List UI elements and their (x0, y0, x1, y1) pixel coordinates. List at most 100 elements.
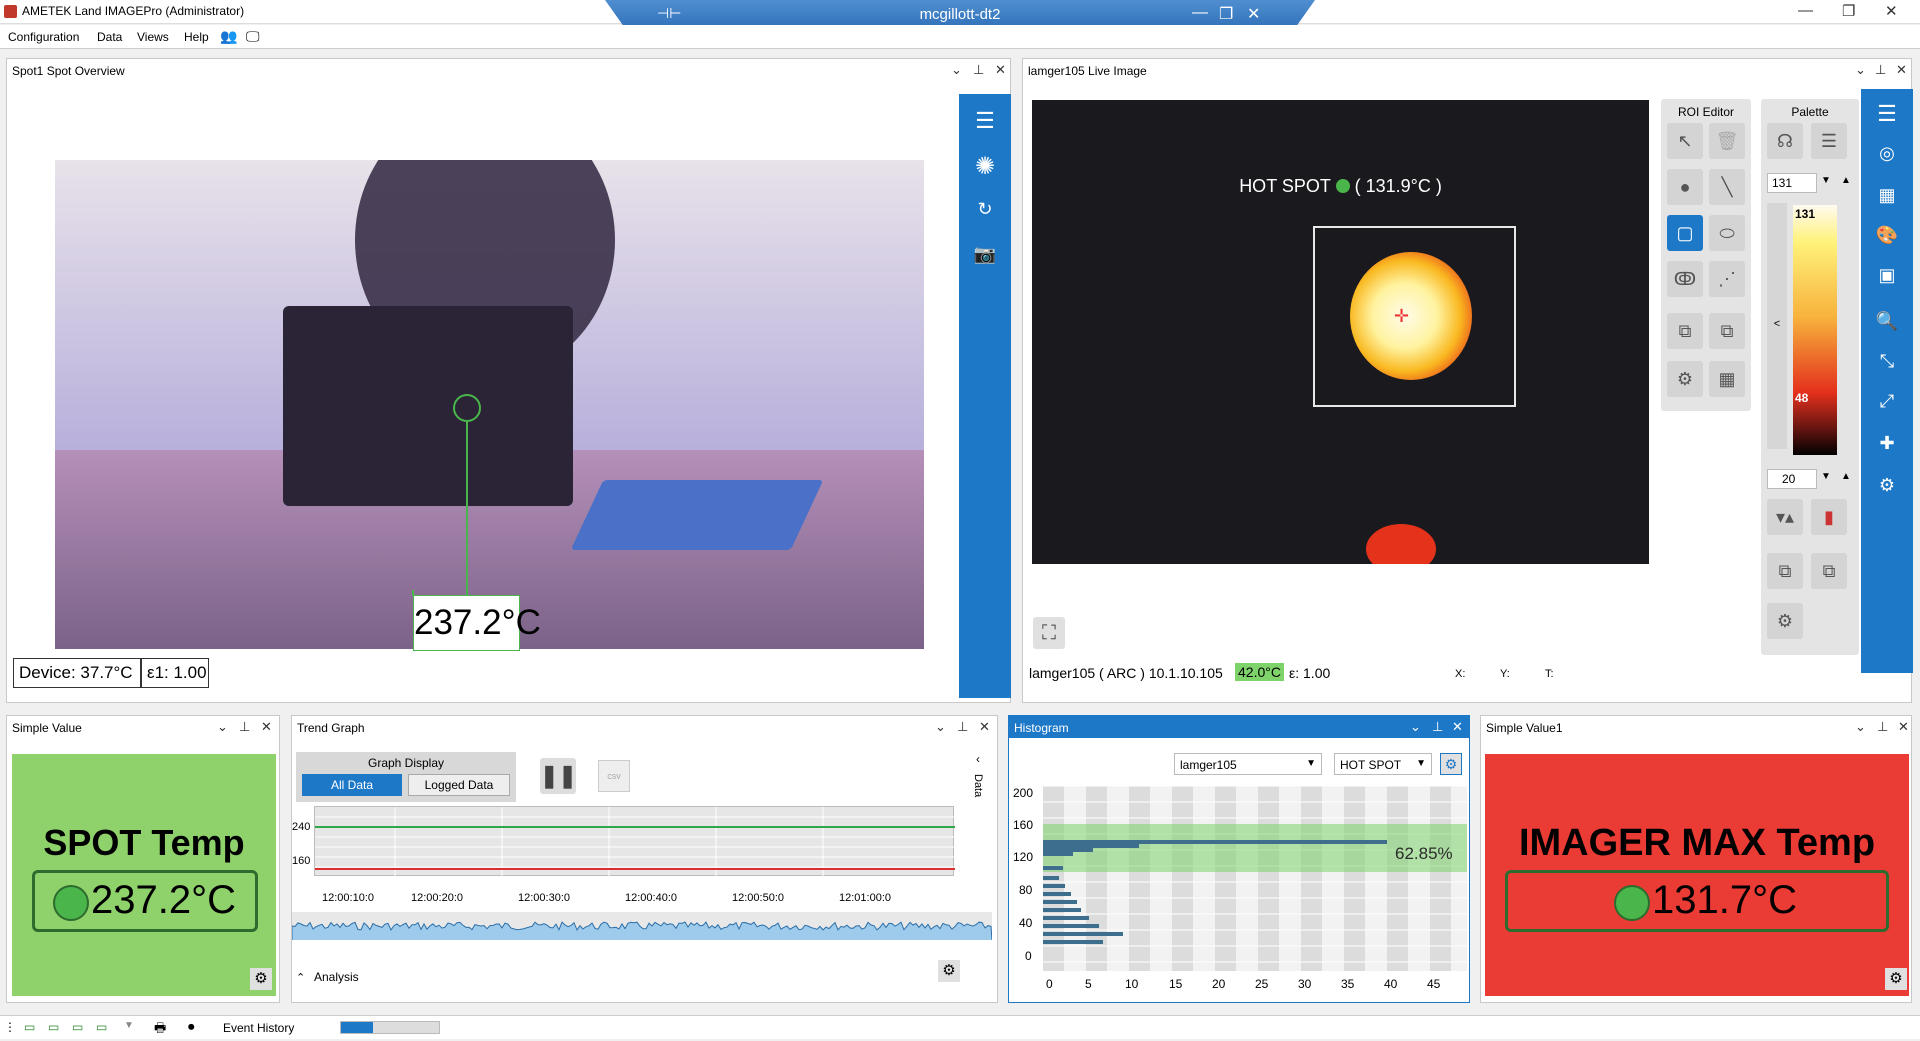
pause-icon[interactable]: ❚❚ (540, 758, 577, 794)
settings-icon[interactable]: ⚙ (1872, 475, 1902, 496)
dropdown-icon[interactable]: ⌄ (951, 62, 962, 78)
dropdown-icon[interactable]: ⌄ (217, 719, 228, 735)
close-icon[interactable]: ✕ (995, 62, 1006, 78)
pin-icon[interactable]: ⊥ (973, 62, 984, 78)
close-icon[interactable]: ✕ (1896, 62, 1907, 78)
print-icon[interactable]: 🖶 (154, 1019, 166, 1041)
analysis-label[interactable]: Analysis (314, 970, 359, 984)
menu-icon[interactable]: ☰ (970, 108, 1000, 134)
hist-grid-stripe (1172, 786, 1193, 971)
device-status-icon[interactable]: ▭ (72, 1020, 83, 1034)
menu-configuration[interactable]: Configuration (8, 30, 79, 44)
spot-marker[interactable] (453, 394, 481, 422)
collapse-data-icon[interactable]: ‹ (976, 752, 980, 766)
pin-icon[interactable]: ⊥ (1875, 62, 1886, 78)
palette-paste-icon[interactable]: ⧉ (1811, 553, 1847, 589)
all-data-button[interactable]: All Data (302, 774, 402, 796)
hist-bar (1043, 908, 1081, 912)
point-tool-icon[interactable]: ● (1667, 169, 1703, 205)
palette-settings-icon[interactable]: ⚙ (1767, 603, 1803, 639)
zoom-icon[interactable]: 🔍 (1872, 311, 1902, 332)
tile-settings-icon[interactable]: ⚙ (250, 968, 272, 990)
dropdown-icon[interactable]: ⌄ (1410, 719, 1421, 735)
fullscreen-icon[interactable]: ⛶ (1033, 617, 1065, 649)
aperture-icon[interactable]: ✺ (970, 152, 1000, 181)
pin-icon[interactable]: ⊥ (1877, 719, 1888, 735)
palette-collapse[interactable]: < (1767, 203, 1787, 449)
palette-max-input[interactable]: 131 (1767, 173, 1817, 193)
palette-min-input[interactable]: 20 (1767, 469, 1817, 489)
delete-icon[interactable]: 🗑 (1709, 123, 1745, 159)
invert-icon[interactable]: ▾▴ (1767, 499, 1803, 535)
roi-settings-icon[interactable]: ⚙ (1667, 361, 1703, 397)
close-icon[interactable]: ✕ (261, 719, 272, 735)
menu-help[interactable]: Help (184, 30, 209, 44)
remote-close-icon[interactable]: ✕ (1247, 4, 1260, 24)
close-icon[interactable]: ✕ (1898, 719, 1909, 735)
line-tool-icon[interactable]: ╲ (1709, 169, 1745, 205)
device-status-icon[interactable]: ▭ (48, 1020, 59, 1034)
menu-icon[interactable]: ☰ (1872, 101, 1902, 127)
max-up-icon[interactable]: ▲ (1841, 175, 1851, 186)
min-down-icon[interactable]: ▼ (1821, 471, 1831, 482)
refresh-icon[interactable]: ↻ (970, 199, 1000, 220)
min-up-icon[interactable]: ▲ (1841, 471, 1851, 482)
close-icon[interactable]: ✕ (1452, 719, 1463, 735)
dropdown-icon[interactable]: ⌄ (1855, 719, 1866, 735)
palette-copy-icon[interactable]: ⧉ (1767, 553, 1803, 589)
trend-settings-icon[interactable]: ⚙ (938, 960, 960, 982)
paste-roi-icon[interactable]: ⧉ (1709, 313, 1745, 349)
chevron-down-icon[interactable]: ▼ (124, 1020, 134, 1031)
device-status-icon[interactable]: ▭ (96, 1020, 107, 1034)
hist-x-tick: 20 (1212, 977, 1226, 991)
freehand-tool-icon[interactable]: ↂ (1667, 261, 1703, 297)
event-history-button[interactable]: Event History (223, 1021, 294, 1035)
ellipse-tool-icon[interactable]: ⬭ (1709, 215, 1745, 251)
palette-icon[interactable]: 🎨 (1872, 225, 1902, 246)
record-icon[interactable]: ⏺ (188, 1019, 195, 1035)
display-icon[interactable]: 🖵 (246, 28, 260, 45)
max-down-icon[interactable]: ▼ (1821, 175, 1831, 186)
add-point-icon[interactable]: ✚ (1872, 433, 1902, 454)
panel-title: Trend Graph (292, 716, 997, 738)
expand-icon[interactable]: ⤢ (1872, 391, 1902, 412)
remote-minimize-icon[interactable]: — (1192, 4, 1208, 22)
roi-grid-icon[interactable]: ▦ (1709, 361, 1745, 397)
menu-data[interactable]: Data (97, 30, 122, 44)
camera-icon[interactable]: 📷 (970, 244, 1000, 265)
color-map-icon[interactable]: ▮ (1811, 499, 1847, 535)
dropdown-icon[interactable]: ⌄ (935, 719, 946, 735)
spot-view-icon[interactable]: ▣ (1872, 265, 1902, 286)
select-tool-icon[interactable]: ↖ (1667, 123, 1703, 159)
users-icon[interactable]: 👥 (220, 28, 237, 45)
palette-auto-icon[interactable]: ☊ (1767, 123, 1803, 159)
pin-icon[interactable]: ⊥ (1432, 719, 1443, 735)
tile-settings-icon[interactable]: ⚙ (1885, 968, 1907, 990)
pin-icon[interactable]: ⊥ (239, 719, 250, 735)
target-icon[interactable]: ◎ (1872, 143, 1902, 164)
palette-list-icon[interactable]: ☰ (1811, 123, 1847, 159)
close-icon[interactable]: ✕ (979, 719, 990, 735)
histogram-settings-icon[interactable]: ⚙ (1440, 753, 1462, 775)
logged-data-button[interactable]: Logged Data (408, 774, 510, 796)
trend-overview[interactable] (291, 912, 993, 941)
roi-select[interactable]: HOT SPOT ▼ (1334, 753, 1432, 775)
copy-roi-icon[interactable]: ⧉ (1667, 313, 1703, 349)
close-icon[interactable]: ✕ (1885, 2, 1898, 20)
pin-icon[interactable]: ⊥ (957, 719, 968, 735)
panel-title: Spot1 Spot Overview (7, 59, 1010, 81)
device-select[interactable]: lamger105 ▼ (1174, 753, 1322, 775)
dropdown-icon[interactable]: ⌄ (1855, 62, 1866, 78)
rectangle-tool-icon[interactable]: ▢ (1667, 215, 1703, 251)
shrink-icon[interactable]: ⤡ (1872, 351, 1902, 372)
polyline-tool-icon[interactable]: ⋰ (1709, 261, 1745, 297)
csv-export-icon[interactable]: csv (598, 760, 630, 792)
expand-analysis-icon[interactable]: ⌃ (296, 971, 305, 984)
menu-views[interactable]: Views (137, 30, 169, 44)
grid-icon[interactable]: ▦ (1872, 185, 1902, 206)
remote-restore-icon[interactable]: ❐ (1219, 4, 1233, 24)
restore-icon[interactable]: ❐ (1842, 2, 1855, 20)
data-side-tab[interactable]: Data (972, 774, 984, 797)
device-status-icon[interactable]: ▭ (24, 1020, 35, 1034)
minimize-icon[interactable]: — (1798, 2, 1813, 19)
